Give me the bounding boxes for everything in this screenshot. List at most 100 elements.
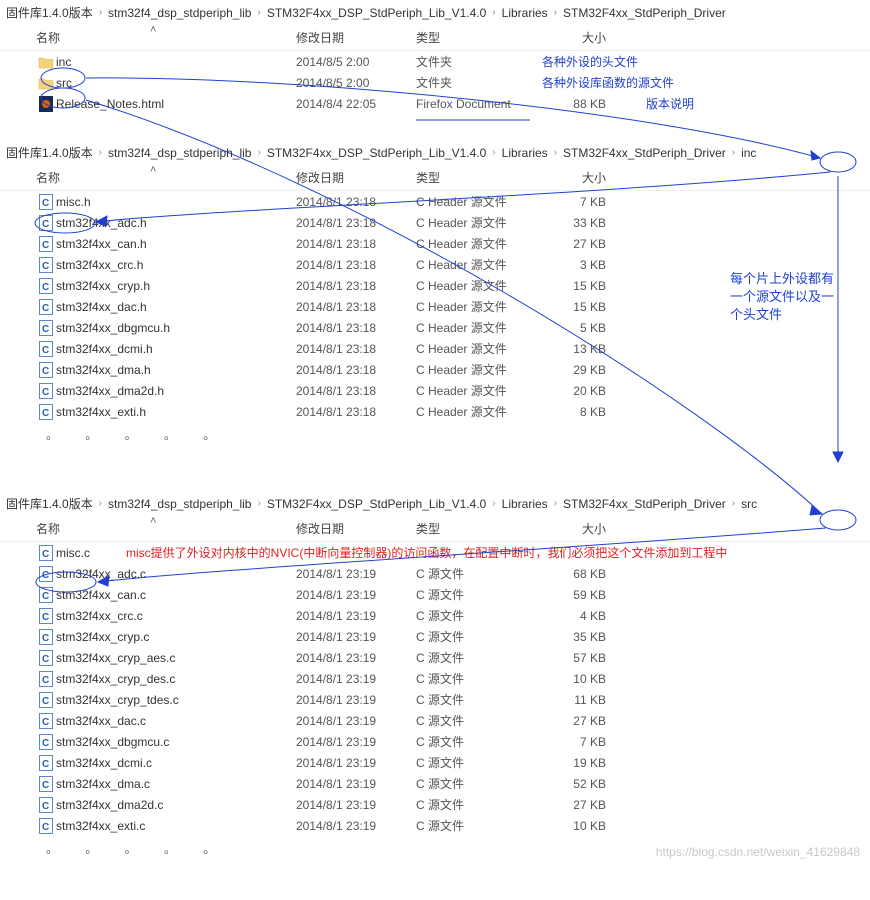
col-type[interactable]: 类型 [416,29,536,46]
col-name[interactable]: 名称 [36,520,296,537]
list-item[interactable]: Cstm32f4xx_cryp_aes.c2014/8/1 23:19C 源文件… [0,647,870,668]
c-file-icon: C [39,383,53,399]
file-size: 27 KB [536,714,606,728]
svg-text:C: C [42,759,49,770]
file-size: 20 KB [536,384,606,398]
file-size: 19 KB [536,756,606,770]
breadcrumb-item[interactable]: STM32F4xx_StdPeriph_Driver [563,497,726,511]
list-item[interactable]: Cstm32f4xx_dac.c2014/8/1 23:19C 源文件27 KB [0,710,870,731]
breadcrumb-item[interactable]: STM32F4xx_DSP_StdPeriph_Lib_V1.4.0 [267,6,486,20]
file-date: 2014/8/1 23:18 [296,300,416,314]
breadcrumb-item[interactable]: STM32F4xx_DSP_StdPeriph_Lib_V1.4.0 [267,497,486,511]
list-item[interactable]: Cstm32f4xx_can.c2014/8/1 23:19C 源文件59 KB [0,584,870,605]
col-name[interactable]: 名称 [36,29,296,46]
file-size: 11 KB [536,693,606,707]
breadcrumb-item[interactable]: stm32f4_dsp_stdperiph_lib [108,146,251,160]
list-item[interactable]: Cstm32f4xx_dma.h2014/8/1 23:18C Header 源… [0,359,870,380]
breadcrumb[interactable]: 固件库1.4.0版本›stm32f4_dsp_stdperiph_lib›STM… [0,491,870,516]
c-file-icon: C [39,257,53,273]
file-type: C Header 源文件 [416,403,536,420]
file-date: 2014/8/1 23:19 [296,777,416,791]
breadcrumb-item[interactable]: 固件库1.4.0版本 [6,144,93,161]
col-type[interactable]: 类型 [416,169,536,186]
file-name: stm32f4xx_dma.h [56,363,296,377]
breadcrumb-item[interactable]: stm32f4_dsp_stdperiph_lib [108,6,251,20]
list-item[interactable]: Cstm32f4xx_exti.c2014/8/1 23:19C 源文件10 K… [0,815,870,836]
col-size[interactable]: 大小 [536,520,606,537]
sort-chevron-icon[interactable]: ˄ [150,24,156,36]
svg-text:C: C [42,696,49,707]
c-file-icon: C [39,797,53,813]
breadcrumb[interactable]: 固件库1.4.0版本›stm32f4_dsp_stdperiph_lib›STM… [0,0,870,25]
col-date[interactable]: 修改日期 [296,520,416,537]
breadcrumb-item[interactable]: stm32f4_dsp_stdperiph_lib [108,497,251,511]
file-size: 52 KB [536,777,606,791]
col-size[interactable]: 大小 [536,29,606,46]
file-type: C Header 源文件 [416,193,536,210]
file-name: stm32f4xx_cryp_tdes.c [56,693,296,707]
file-size: 5 KB [536,321,606,335]
breadcrumb-item[interactable]: STM32F4xx_DSP_StdPeriph_Lib_V1.4.0 [267,146,486,160]
list-item[interactable]: Cstm32f4xx_exti.h2014/8/1 23:18C Header … [0,401,870,422]
c-file-icon: C [39,215,53,231]
panel-inc: 固件库1.4.0版本›stm32f4_dsp_stdperiph_lib›STM… [0,140,870,451]
list-item[interactable]: Cstm32f4xx_adc.h2014/8/1 23:18C Header 源… [0,212,870,233]
list-item[interactable]: Cmisc.h2014/8/1 23:18C Header 源文件7 KB [0,191,870,212]
file-type: C 源文件 [416,712,536,729]
file-type: C Header 源文件 [416,382,536,399]
sort-chevron-icon[interactable]: ˄ [150,164,156,176]
list-item[interactable]: Release_Notes.html2014/8/4 22:05Firefox … [0,93,870,114]
file-date: 2014/8/1 23:18 [296,342,416,356]
breadcrumb-item[interactable]: Libraries [502,146,548,160]
list-item[interactable]: inc2014/8/5 2:00文件夹各种外设的头文件 [0,51,870,72]
file-name: stm32f4xx_exti.h [56,405,296,419]
list-item[interactable]: Cstm32f4xx_adc.c2014/8/1 23:19C 源文件68 KB [0,563,870,584]
list-header: ˄ 名称 修改日期 类型 大小 [0,516,870,542]
list-item[interactable]: Cstm32f4xx_cryp.c2014/8/1 23:19C 源文件35 K… [0,626,870,647]
c-file-icon: C [39,404,53,420]
list-item[interactable]: Cstm32f4xx_cryp_des.c2014/8/1 23:19C 源文件… [0,668,870,689]
file-date: 2014/8/1 23:19 [296,819,416,833]
list-item[interactable]: Cstm32f4xx_dma.c2014/8/1 23:19C 源文件52 KB [0,773,870,794]
list-item[interactable]: src2014/8/5 2:00文件夹各种外设库函数的源文件 [0,72,870,93]
breadcrumb-item[interactable]: STM32F4xx_StdPeriph_Driver [563,146,726,160]
file-date: 2014/8/1 23:18 [296,216,416,230]
list-item[interactable]: Cmisc.cmisc提供了外设对内核中的NVIC(中断向量控制器)的访问函数，… [0,542,870,563]
file-name: stm32f4xx_dac.c [56,714,296,728]
breadcrumb[interactable]: 固件库1.4.0版本›stm32f4_dsp_stdperiph_lib›STM… [0,140,870,165]
breadcrumb-item[interactable]: src [741,497,757,511]
file-type: C 源文件 [416,670,536,687]
breadcrumb-item[interactable]: STM32F4xx_StdPeriph_Driver [563,6,726,20]
col-date[interactable]: 修改日期 [296,29,416,46]
list-item[interactable]: Cstm32f4xx_cryp_tdes.c2014/8/1 23:19C 源文… [0,689,870,710]
sort-chevron-icon[interactable]: ˄ [150,515,156,527]
col-date[interactable]: 修改日期 [296,169,416,186]
col-name[interactable]: 名称 [36,169,296,186]
list-header: ˄ 名称 修改日期 类型 大小 [0,165,870,191]
list-item[interactable]: Cstm32f4xx_dcmi.h2014/8/1 23:18C Header … [0,338,870,359]
breadcrumb-item[interactable]: Libraries [502,6,548,20]
file-size: 59 KB [536,588,606,602]
c-file-icon: C [39,776,53,792]
file-date: 2014/8/1 23:19 [296,735,416,749]
file-name: stm32f4xx_cryp_aes.c [56,651,296,665]
breadcrumb-item[interactable]: 固件库1.4.0版本 [6,4,93,21]
col-type[interactable]: 类型 [416,520,536,537]
breadcrumb-item[interactable]: Libraries [502,497,548,511]
col-size[interactable]: 大小 [536,169,606,186]
list-item[interactable]: Cstm32f4xx_crc.c2014/8/1 23:19C 源文件4 KB [0,605,870,626]
list-item[interactable]: Cstm32f4xx_dbgmcu.c2014/8/1 23:19C 源文件7 … [0,731,870,752]
breadcrumb-item[interactable]: inc [741,146,756,160]
list-item[interactable]: Cstm32f4xx_dma2d.h2014/8/1 23:18C Header… [0,380,870,401]
file-name: stm32f4xx_adc.c [56,567,296,581]
list-item[interactable]: Cstm32f4xx_dma2d.c2014/8/1 23:19C 源文件27 … [0,794,870,815]
breadcrumb-item[interactable]: 固件库1.4.0版本 [6,495,93,512]
file-size: 68 KB [536,567,606,581]
file-name: stm32f4xx_dcmi.c [56,756,296,770]
list-item[interactable]: Cstm32f4xx_dcmi.c2014/8/1 23:19C 源文件19 K… [0,752,870,773]
file-type: C 源文件 [416,565,536,582]
panel-src: 固件库1.4.0版本›stm32f4_dsp_stdperiph_lib›STM… [0,491,870,865]
breadcrumb-sep-icon: › [255,498,262,509]
list-item[interactable]: Cstm32f4xx_can.h2014/8/1 23:18C Header 源… [0,233,870,254]
file-type: C 源文件 [416,775,536,792]
